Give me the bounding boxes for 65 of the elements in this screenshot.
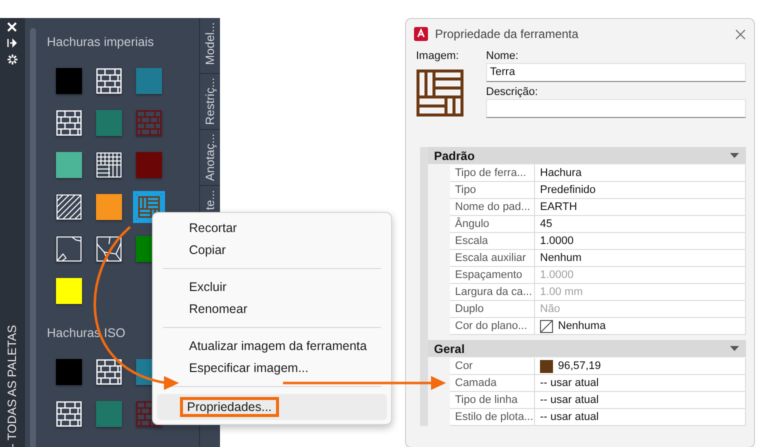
palette-tab[interactable]: Model...: [200, 18, 220, 74]
menu-item[interactable]: Renomear: [157, 298, 387, 320]
hatch-swatch[interactable]: [56, 278, 82, 304]
property-section-header[interactable]: Geral: [428, 340, 746, 357]
property-name: Tipo: [450, 182, 535, 199]
hatch-swatch[interactable]: [56, 68, 82, 94]
property-name: Tipo de ferra...: [450, 165, 535, 182]
no-color-swatch-icon: [540, 320, 553, 332]
property-value-cell[interactable]: -- usar atual: [535, 392, 746, 409]
property-name: Tipo de linha: [450, 392, 535, 409]
hatch-swatch[interactable]: [136, 68, 162, 94]
dialog-title: Propriedade da ferramenta: [435, 27, 580, 41]
collapse-caret-icon[interactable]: [730, 346, 739, 351]
property-value-cell[interactable]: Nenhuma: [535, 318, 746, 335]
hatch-swatch[interactable]: [56, 152, 82, 178]
hatch-preview-icon: [416, 69, 464, 117]
menu-item[interactable]: Propriedades...: [157, 394, 387, 420]
collapse-caret-icon[interactable]: [730, 153, 739, 158]
menu-item[interactable]: Copiar: [157, 239, 387, 261]
hatch-swatch[interactable]: [96, 110, 122, 136]
palette-title: - TODAS AS PALETAS: [5, 324, 20, 447]
property-value-cell[interactable]: 96,57,19: [535, 358, 746, 375]
name-label: Nome:: [486, 49, 520, 63]
hatch-swatch[interactable]: [96, 401, 122, 427]
hatch-swatch[interactable]: [96, 194, 122, 220]
scrollbar[interactable]: [30, 28, 36, 447]
property-value-cell[interactable]: 45: [535, 216, 746, 233]
property-name: Cor: [450, 358, 535, 375]
property-name: Cor do plano...: [450, 318, 535, 335]
description-field[interactable]: [486, 99, 746, 118]
menu-item[interactable]: Especificar imagem...: [157, 357, 387, 379]
palette-section-title: Hachuras ISO: [46, 325, 126, 342]
palette-section-title: Hachuras imperiais: [46, 34, 155, 51]
property-value-cell[interactable]: -- usar atual: [535, 375, 746, 392]
property-section-header[interactable]: Padrão: [428, 147, 746, 164]
property-name: Duplo: [450, 301, 535, 318]
hatch-swatch[interactable]: [56, 359, 82, 385]
description-label: Descrição:: [486, 85, 539, 99]
palette-tab[interactable]: Anotaç...: [200, 130, 220, 186]
property-name: Escala: [450, 233, 535, 250]
hatch-swatch[interactable]: [136, 152, 162, 178]
property-value-cell[interactable]: Nenhum: [535, 250, 746, 267]
property-value-cell[interactable]: Hachura: [535, 165, 746, 182]
image-label: Imagem:: [416, 49, 460, 63]
menu-item[interactable]: Excluir: [157, 276, 387, 298]
property-name: Espaçamento: [450, 267, 535, 284]
menu-item[interactable]: Atualizar imagem da ferramenta: [157, 335, 387, 357]
app-logo-icon: [414, 27, 428, 41]
property-name: Camada: [450, 375, 535, 392]
palette-tab[interactable]: Restriç...: [200, 74, 220, 130]
property-name: Estilo de plota...: [450, 409, 535, 426]
property-name: Largura da ca...: [450, 284, 535, 301]
hatch-swatch[interactable]: [136, 194, 162, 220]
property-value-cell[interactable]: 1.0000: [535, 233, 746, 250]
property-value-cell[interactable]: Predefinido: [535, 182, 746, 199]
hatch-swatch[interactable]: [136, 110, 162, 136]
menu-item[interactable]: Recortar: [157, 217, 387, 239]
pin-icon[interactable]: [7, 38, 18, 48]
property-name: Nome do pad...: [450, 199, 535, 216]
property-name: Escala auxiliar: [450, 250, 535, 267]
property-value-cell[interactable]: EARTH: [535, 199, 746, 216]
settings-icon[interactable]: [6, 54, 18, 65]
name-field[interactable]: Terra: [486, 63, 746, 82]
property-name: Ângulo: [450, 216, 535, 233]
property-value-cell[interactable]: -- usar atual: [535, 409, 746, 426]
